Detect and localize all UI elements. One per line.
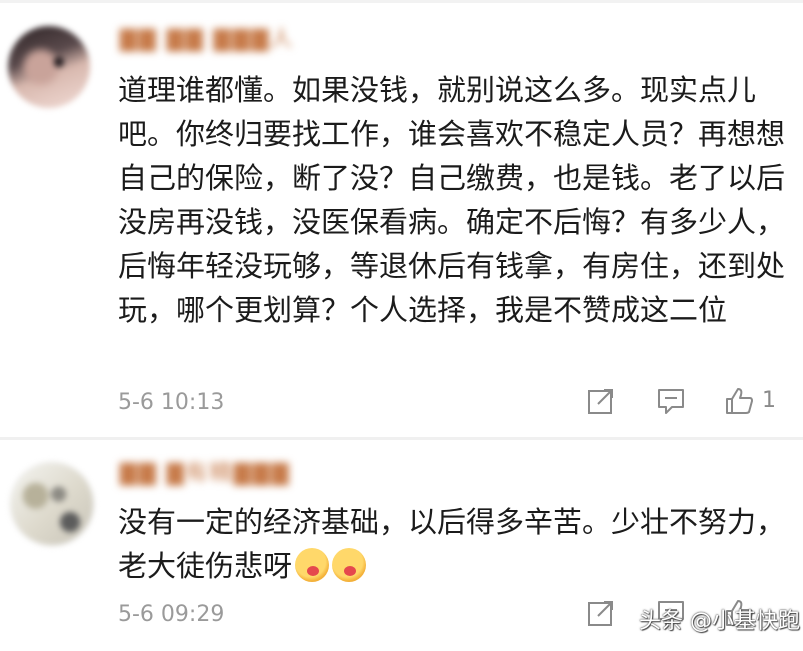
comment-actions: 1 [586,386,786,420]
yummy-face-emoji-icon [295,548,330,582]
like-count: 1 [762,388,776,413]
avatar[interactable] [8,26,90,108]
yummy-face-emoji-icon [332,548,367,582]
comment-icon[interactable] [656,386,686,416]
share-icon[interactable] [586,598,616,628]
thumbs-up-icon[interactable] [724,386,754,416]
comment-username[interactable]: ▇▇ ▇▇ ▇▇▇人 [120,24,320,56]
comment-text: 没有一定的经济基础，以后得多辛苦。少壮不努力，老大徒伤悲呀 [118,505,786,583]
watermark-text: 头条 @小基快跑 [639,609,800,634]
comment-timestamp: 5-6 09:29 [118,602,225,627]
comment-username[interactable]: ▇▇ ▇有精▇▇▇ [120,458,320,490]
comment-text: 道理谁都懂。如果没钱，就别说这么多。现实点儿吧。你终归要找工作，谁会喜欢不稳定人… [118,73,786,327]
comment-text-block: 没有一定的经济基础，以后得多辛苦。少壮不努力，老大徒伤悲呀 [118,500,786,588]
comment-timestamp: 5-6 10:13 [118,390,225,415]
avatar[interactable] [10,462,94,546]
share-icon[interactable] [586,386,616,416]
comment-item: ▇▇ ▇▇ ▇▇▇人 道理谁都懂。如果没钱，就别说这么多。现实点儿吧。你终归要找… [0,0,803,440]
